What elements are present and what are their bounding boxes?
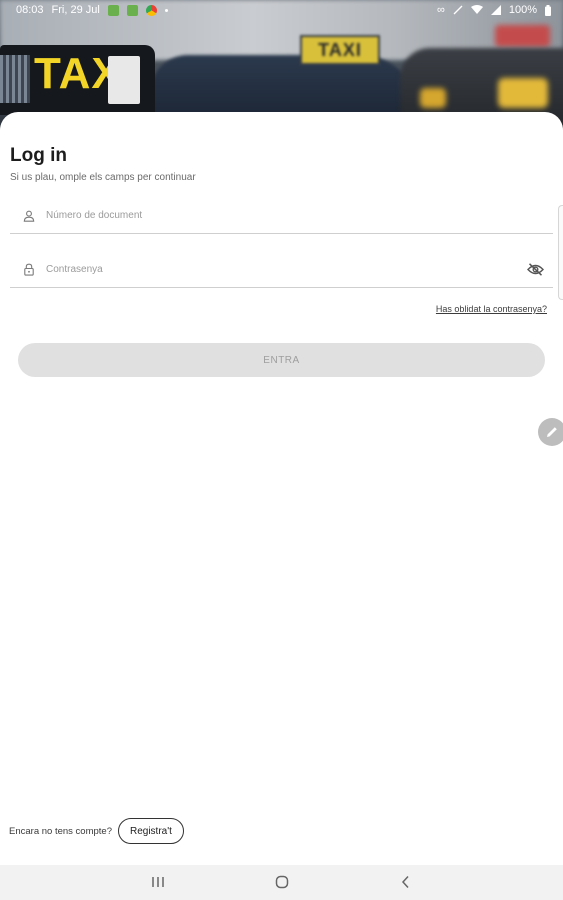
back-icon[interactable] xyxy=(398,874,414,890)
android-icon xyxy=(107,4,119,16)
password-input[interactable] xyxy=(46,252,525,287)
lock-icon xyxy=(20,261,38,279)
photo-detail xyxy=(498,78,548,108)
battery-percent: 100% xyxy=(508,4,537,16)
register-button[interactable]: Registra't xyxy=(117,818,184,844)
page-subtitle: Si us plau, omple els camps per continua… xyxy=(10,172,196,183)
voicemail-icon: ∞ xyxy=(437,4,445,16)
page-title: Log in xyxy=(10,145,67,166)
pen-icon[interactable] xyxy=(538,418,563,446)
eye-off-icon[interactable] xyxy=(525,260,545,280)
no-account-text: Encara no tens compte? xyxy=(9,825,112,837)
dot-icon xyxy=(164,8,168,12)
system-nav-bar xyxy=(0,865,563,900)
chrome-icon xyxy=(145,4,157,16)
taxi-sign-plate xyxy=(108,56,140,104)
status-right: ∞ 100% xyxy=(437,4,551,16)
status-time: 08:03 xyxy=(16,4,44,16)
edge-panel-handle[interactable] xyxy=(558,205,563,300)
photo-detail xyxy=(495,25,550,47)
signal-icon xyxy=(490,5,501,15)
person-icon xyxy=(20,207,38,225)
android-icon xyxy=(126,4,138,16)
battery-icon xyxy=(545,4,551,16)
mute-icon xyxy=(453,5,463,15)
taxi-sign-grill xyxy=(0,55,30,103)
login-button[interactable]: ENTRA xyxy=(18,343,545,377)
status-date: Fri, 29 Jul xyxy=(51,4,100,16)
document-field[interactable] xyxy=(10,198,553,234)
password-field[interactable] xyxy=(10,252,553,288)
wifi-icon xyxy=(470,5,483,14)
photo-detail xyxy=(420,88,446,108)
document-input[interactable] xyxy=(46,198,553,233)
status-left: 08:03 Fri, 29 Jul xyxy=(16,4,168,16)
taxi-sign-far: TAXI xyxy=(300,35,380,65)
register-row: Encara no tens compte? Registra't xyxy=(9,818,184,844)
recents-icon[interactable] xyxy=(150,874,166,890)
forgot-password-link[interactable]: Has oblidat la contrasenya? xyxy=(436,304,547,314)
home-icon[interactable] xyxy=(274,874,290,890)
status-bar: 08:03 Fri, 29 Jul ∞ 100% xyxy=(0,0,563,20)
